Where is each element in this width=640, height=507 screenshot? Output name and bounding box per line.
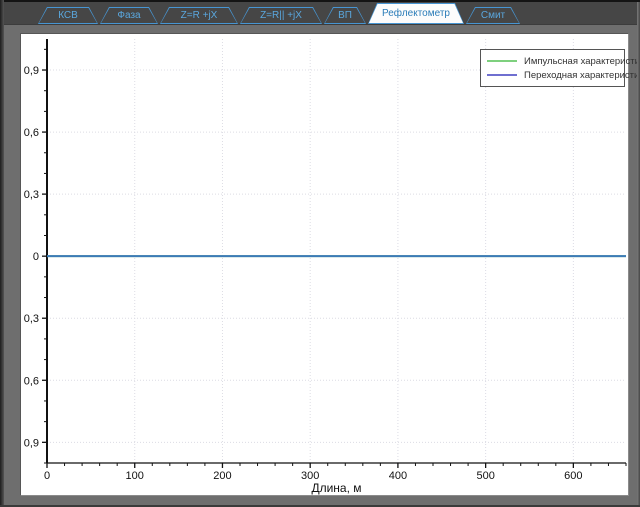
legend-item-transient: Переходная характеристика: [487, 68, 618, 82]
chart-panel: 0,90,60,30- 0,3- 0,6- 0,9010020030040050…: [20, 33, 629, 496]
svg-text:200: 200: [213, 470, 231, 482]
tab-label: Фаза: [100, 7, 158, 24]
legend-label: Импульсная характеристика: [524, 56, 640, 67]
tab-reflectometer[interactable]: Рефлектометр: [368, 3, 464, 24]
window-edge-left: [0, 0, 4, 507]
legend-line-impulse-icon: [487, 60, 517, 62]
svg-text:- 0,6: - 0,6: [21, 375, 39, 387]
tab-z-series[interactable]: Z=R +jX: [160, 7, 238, 24]
tab-ksv[interactable]: КСВ: [38, 7, 98, 24]
svg-text:0,9: 0,9: [24, 65, 39, 77]
tab-bar: КСВ Фаза Z=R +jX Z=R|| +jX ВП Рефлектоме…: [4, 2, 637, 25]
svg-text:100: 100: [126, 470, 144, 482]
legend-label: Переходная характеристика: [524, 70, 640, 81]
tab-label: Z=R +jX: [160, 7, 238, 24]
tab-vp[interactable]: ВП: [324, 7, 366, 24]
svg-text:Длина, м: Длина, м: [311, 481, 361, 495]
tab-label: Смит: [466, 7, 520, 24]
svg-text:0,3: 0,3: [24, 189, 39, 201]
tab-label: Рефлектометр: [368, 3, 464, 24]
svg-text:- 0,3: - 0,3: [21, 313, 39, 325]
svg-text:- 0,9: - 0,9: [21, 437, 39, 449]
svg-text:500: 500: [476, 470, 494, 482]
svg-text:0: 0: [44, 470, 50, 482]
svg-text:400: 400: [389, 470, 407, 482]
legend-item-impulse: Импульсная характеристика: [487, 54, 618, 68]
tab-label: Z=R|| +jX: [240, 7, 322, 24]
chart-legend: Импульсная характеристика Переходная хар…: [480, 49, 625, 87]
svg-text:0: 0: [33, 251, 39, 263]
tab-label: ВП: [324, 7, 366, 24]
tab-smith[interactable]: Смит: [466, 7, 520, 24]
svg-text:0,6: 0,6: [24, 127, 39, 139]
legend-line-transient-icon: [487, 74, 517, 76]
tab-faza[interactable]: Фаза: [100, 7, 158, 24]
svg-text:600: 600: [564, 470, 582, 482]
tab-label: КСВ: [38, 7, 98, 24]
app-window: КСВ Фаза Z=R +jX Z=R|| +jX ВП Рефлектоме…: [0, 0, 640, 507]
chart-plot: 0,90,60,30- 0,3- 0,6- 0,9010020030040050…: [21, 34, 628, 495]
tab-z-parallel[interactable]: Z=R|| +jX: [240, 7, 322, 24]
